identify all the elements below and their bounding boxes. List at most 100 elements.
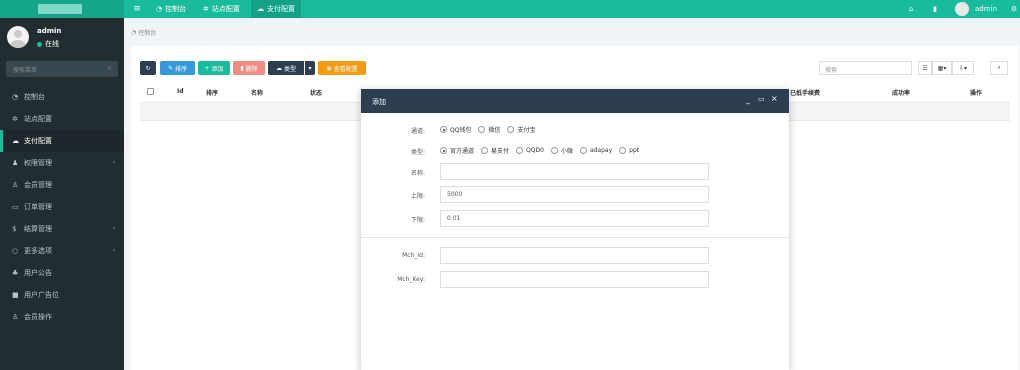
- cloud-icon: ☁: [257, 5, 264, 13]
- user-name[interactable]: admin: [975, 0, 997, 18]
- avatar: [7, 26, 29, 48]
- col-id[interactable]: Id: [177, 88, 184, 95]
- type-dropdown-caret[interactable]: ▾: [305, 61, 315, 75]
- sidebar-username: admin: [37, 27, 62, 35]
- sidebar-item-more-options[interactable]: ○ 更多选项 ‹: [0, 240, 124, 262]
- type-label: 类型:: [410, 149, 425, 156]
- mch-id-input[interactable]: [440, 247, 709, 264]
- sidebar-item-dashboard[interactable]: ◔ 控制台: [0, 86, 124, 108]
- radio-wechat[interactable]: 微信: [478, 125, 500, 134]
- tab-site-config[interactable]: ✲ 站点配置: [197, 0, 246, 18]
- upper-limit-input[interactable]: 5000: [440, 186, 709, 203]
- maximize-icon[interactable]: ▭: [758, 95, 765, 103]
- radio-dot-icon[interactable]: [440, 147, 447, 154]
- add-button[interactable]: + 添加: [198, 61, 230, 75]
- minimize-icon[interactable]: _: [746, 95, 750, 104]
- sidebar-search[interactable]: 搜索菜单 ⌕: [6, 61, 118, 77]
- chevron-left-icon: ‹: [112, 247, 115, 254]
- user-panel: admin 在线: [0, 18, 124, 54]
- col-status[interactable]: 状态: [310, 88, 322, 97]
- dashboard-icon: ◔: [12, 93, 19, 101]
- toggle-view-icon[interactable]: ☰: [918, 61, 932, 75]
- radio-epay[interactable]: 易支付: [481, 146, 509, 155]
- gears-icon[interactable]: ⚙: [1008, 0, 1020, 18]
- mch-key-input[interactable]: [440, 271, 709, 288]
- radio-adapay[interactable]: adapay: [579, 147, 612, 154]
- sidebar-item-member-ops[interactable]: ♙ 会员操作: [0, 306, 124, 328]
- col-sort[interactable]: 排序: [206, 88, 218, 97]
- refresh-button[interactable]: ↻: [140, 61, 156, 75]
- dashboard-icon: ◔: [156, 5, 163, 13]
- col-name[interactable]: 名称: [251, 88, 263, 97]
- type-button[interactable]: ☁ 类型: [268, 61, 304, 75]
- lower-limit-input[interactable]: 0.01: [440, 210, 709, 227]
- dialog-header[interactable]: 添加 _ ▭ ×: [361, 89, 789, 113]
- user-icon: ♙: [12, 181, 19, 189]
- search-icon[interactable]: ⌕: [990, 61, 1008, 75]
- trash-icon[interactable]: ▮: [929, 0, 941, 18]
- upper-limit-label: 上限:: [410, 193, 425, 200]
- refresh-icon: ↻: [145, 64, 151, 72]
- gear-icon: ✲: [203, 5, 209, 13]
- radio-official[interactable]: 官方通道: [440, 146, 474, 155]
- group-icon: ♟: [12, 159, 19, 167]
- logo[interactable]: [0, 0, 124, 18]
- close-icon[interactable]: ×: [771, 94, 778, 103]
- breadcrumb: ◔ 控制台: [131, 29, 157, 37]
- tab-dashboard[interactable]: ◔ 控制台: [150, 0, 192, 18]
- dollar-icon: $: [12, 225, 17, 233]
- avatar[interactable]: [955, 2, 969, 16]
- channel-label: 通道:: [410, 128, 425, 135]
- top-navbar: ≡ ◔ 控制台 ✲ 站点配置 ☁ 支付配置 ⌂ ▮ admin ⚙: [0, 0, 1020, 18]
- trash-icon: ▮: [240, 64, 244, 72]
- col-success-rate[interactable]: 成功率: [892, 88, 910, 97]
- radio-alipay[interactable]: 支付宝: [507, 125, 535, 134]
- mch-id-label: Mch_Id:: [402, 252, 425, 259]
- mch-key-label: Mch_Key:: [397, 276, 425, 283]
- chevron-left-icon: ‹: [112, 225, 115, 232]
- sidebar-item-settlement[interactable]: $ 结算管理 ‹: [0, 218, 124, 240]
- radio-dot-icon[interactable]: [619, 147, 627, 154]
- columns-icon[interactable]: ▦▾: [932, 61, 952, 75]
- user-icon: ♙: [12, 313, 19, 321]
- eye-icon: ◉: [326, 64, 332, 72]
- radio-dot-icon[interactable]: [550, 147, 558, 154]
- radio-dot-icon[interactable]: [481, 147, 489, 154]
- radio-dot-icon[interactable]: [507, 126, 515, 133]
- lower-limit-label: 下限:: [410, 217, 425, 224]
- sidebar-item-permissions[interactable]: ♟ 权限管理 ‹: [0, 152, 124, 174]
- sidebar-item-site-config[interactable]: ✲ 站点配置: [0, 108, 124, 130]
- radio-dot-icon[interactable]: [440, 126, 447, 133]
- col-fee[interactable]: 已抵手续费: [790, 88, 820, 97]
- radio-qqd0[interactable]: QQD0: [516, 147, 544, 154]
- type-radio-group: 官方通道 易支付 QQD0 小微 adapay ppt: [440, 146, 646, 155]
- radio-xiaowei[interactable]: 小微: [550, 146, 573, 155]
- sidebar-item-announcements[interactable]: ♣ 用户公告: [0, 262, 124, 284]
- sort-button[interactable]: ✎ 排序: [160, 61, 195, 75]
- delete-button[interactable]: ▮ 删除: [233, 61, 265, 75]
- radio-ppt[interactable]: ppt: [619, 147, 639, 154]
- home-icon[interactable]: ⌂: [905, 0, 917, 18]
- search-icon[interactable]: ⌕: [108, 63, 112, 73]
- cloud-icon: ☁: [275, 64, 282, 72]
- radio-dot-icon[interactable]: [516, 147, 524, 154]
- radio-qq-wallet[interactable]: QQ钱包: [440, 125, 471, 134]
- bell-icon: ♣: [12, 269, 19, 277]
- tab-pay-config[interactable]: ☁ 支付配置: [251, 0, 301, 18]
- col-actions[interactable]: 操作: [970, 88, 982, 97]
- sidebar-item-ad-slots[interactable]: ■ 用户广告位: [0, 284, 124, 306]
- name-input[interactable]: [440, 163, 709, 180]
- radio-dot-icon[interactable]: [478, 126, 486, 133]
- square-icon: ■: [12, 291, 19, 299]
- sidebar-item-orders[interactable]: ▭ 订单管理: [0, 196, 124, 218]
- select-all-checkbox[interactable]: [147, 88, 154, 95]
- view-config-button[interactable]: ◉ 查看配置: [318, 61, 366, 75]
- table-search-input[interactable]: 搜索: [819, 61, 912, 75]
- bars-icon[interactable]: ≡: [131, 0, 143, 18]
- radio-dot-icon[interactable]: [579, 147, 587, 154]
- chevron-left-icon: ‹: [112, 159, 115, 166]
- sidebar-item-pay-config[interactable]: ☁ 支付配置: [0, 130, 124, 152]
- sidebar-search-input[interactable]: 搜索菜单: [13, 65, 37, 74]
- sidebar-item-members[interactable]: ♙ 会员管理: [0, 174, 124, 196]
- export-icon[interactable]: ⇩▾: [952, 61, 974, 75]
